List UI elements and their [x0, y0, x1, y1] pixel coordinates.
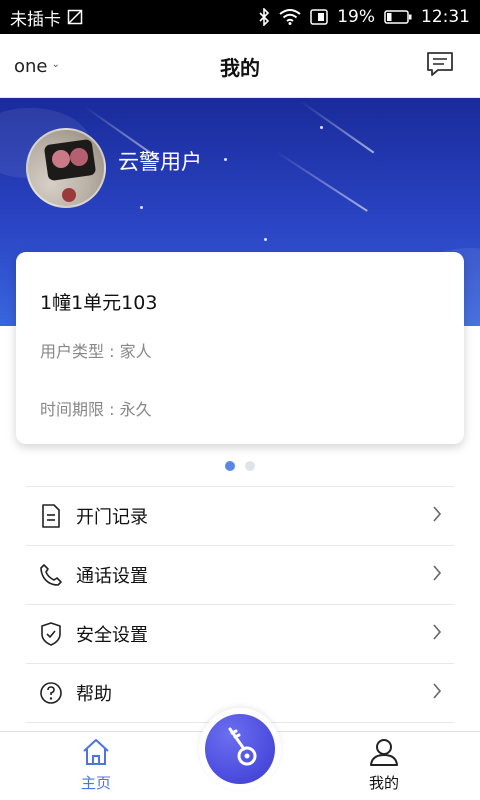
- unit-card[interactable]: 1幢1单元103 用户类型 : 家人 时间期限 : 永久: [16, 252, 464, 444]
- chat-bubble-icon: [426, 51, 454, 81]
- help-icon: [36, 678, 66, 708]
- settings-menu: 开门记录 通话设置 安全设置 帮助: [26, 486, 454, 723]
- avatar[interactable]: [26, 128, 106, 208]
- battery-icon: [384, 9, 412, 25]
- menu-item-label: 帮助: [76, 684, 112, 705]
- carrier-text: 未插卡: [10, 9, 61, 30]
- chevron-right-icon: [432, 682, 442, 704]
- menu-item-label: 安全设置: [76, 625, 148, 646]
- chevron-right-icon: [432, 505, 442, 527]
- tab-mine[interactable]: 我的: [344, 738, 424, 793]
- pager-dot[interactable]: [245, 461, 255, 471]
- clock: 12:31: [421, 7, 470, 27]
- meteor-decoration: [299, 100, 375, 154]
- home-icon: [81, 739, 111, 770]
- app-header: one ⌄ 我的: [0, 34, 480, 98]
- document-icon: [36, 501, 66, 531]
- data-saver-icon: [310, 9, 328, 25]
- menu-item-label: 开门记录: [76, 507, 148, 528]
- star-decoration: [140, 206, 143, 209]
- meteor-decoration: [274, 150, 368, 212]
- page-title: 我的: [220, 56, 260, 80]
- battery-percent: 19%: [337, 7, 375, 27]
- bluetooth-icon: [258, 8, 270, 26]
- shield-icon: [36, 619, 66, 649]
- menu-item-security-settings[interactable]: 安全设置: [26, 604, 454, 663]
- unit-name: 1幢1单元103: [40, 292, 158, 314]
- chevron-right-icon: [432, 564, 442, 586]
- tab-home[interactable]: 主页: [56, 738, 136, 793]
- username: 云警用户: [118, 150, 202, 174]
- time-limit: 时间期限 : 永久: [40, 400, 152, 419]
- person-icon: [369, 739, 399, 770]
- phone-icon: [36, 560, 66, 590]
- star-decoration: [320, 126, 323, 129]
- wifi-icon: [279, 9, 301, 25]
- user-type: 用户类型 : 家人: [40, 342, 152, 361]
- star-decoration: [224, 158, 227, 161]
- chevron-right-icon: [432, 623, 442, 645]
- message-button[interactable]: [424, 50, 456, 82]
- menu-item-open-records[interactable]: 开门记录: [26, 486, 454, 545]
- star-decoration: [264, 238, 267, 241]
- tab-mine-label: 我的: [368, 774, 399, 792]
- key-icon: [222, 727, 258, 771]
- card-pager: [0, 461, 480, 471]
- status-bar: 未插卡 19% 12:31: [0, 0, 480, 34]
- tab-home-label: 主页: [80, 774, 111, 792]
- pager-dot-active[interactable]: [225, 461, 235, 471]
- no-sim-icon: [67, 9, 83, 25]
- menu-item-label: 通话设置: [76, 566, 148, 587]
- menu-item-call-settings[interactable]: 通话设置: [26, 545, 454, 604]
- unlock-key-button[interactable]: [205, 714, 275, 784]
